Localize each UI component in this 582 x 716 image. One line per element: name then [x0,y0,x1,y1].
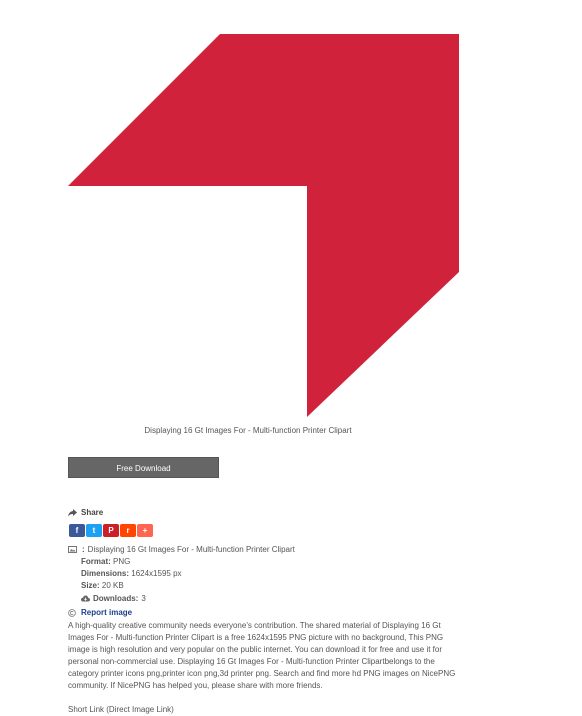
social-buttons: f t P r + [69,524,153,537]
title-colon: : [82,545,85,554]
reddit-share-button[interactable]: r [120,524,136,537]
format-line: Format: PNG [81,557,130,566]
dimensions-label: Dimensions: [81,569,130,578]
share-label: Share [81,508,104,517]
copyright-icon [68,608,76,617]
report-image-link[interactable]: Report image [68,608,132,617]
twitter-icon: t [92,526,96,535]
facebook-icon: f [75,526,79,535]
facebook-share-button[interactable]: f [69,524,85,537]
format-label: Format: [81,557,111,566]
downloads-value: 3 [141,594,146,603]
reddit-icon: r [126,526,130,535]
format-value: PNG [113,557,131,566]
size-label: Size: [81,581,100,590]
arrow-shape-image [68,34,459,417]
downloads-label: Downloads: [93,594,139,603]
pinterest-icon: P [108,526,114,535]
twitter-share-button[interactable]: t [86,524,102,537]
share-icon [68,508,77,516]
share-header[interactable]: Share [68,507,103,518]
size-line: Size: 20 KB [81,581,124,590]
size-value: 20 KB [101,581,124,590]
preview-image [68,34,459,417]
image-description: A high-quality creative community needs … [68,621,456,690]
short-link-label: Short Link (Direct Image Link) [68,705,174,714]
plus-icon: + [142,526,148,535]
image-icon [68,546,77,553]
more-share-button[interactable]: + [137,524,153,537]
pinterest-share-button[interactable]: P [103,524,119,537]
dimensions-value: 1624x1595 px [131,569,182,578]
dimensions-line: Dimensions: 1624x1595 px [81,569,182,578]
cloud-download-icon [81,595,90,602]
image-caption: Displaying 16 Gt Images For - Multi-func… [144,426,352,435]
downloads-line: Downloads: 3 [81,594,146,603]
report-image-label: Report image [81,608,133,617]
free-download-button[interactable]: Free Download [68,457,219,478]
image-title-line: : Displaying 16 Gt Images For - Multi-fu… [68,545,295,554]
image-title: Displaying 16 Gt Images For - Multi-func… [87,545,295,554]
